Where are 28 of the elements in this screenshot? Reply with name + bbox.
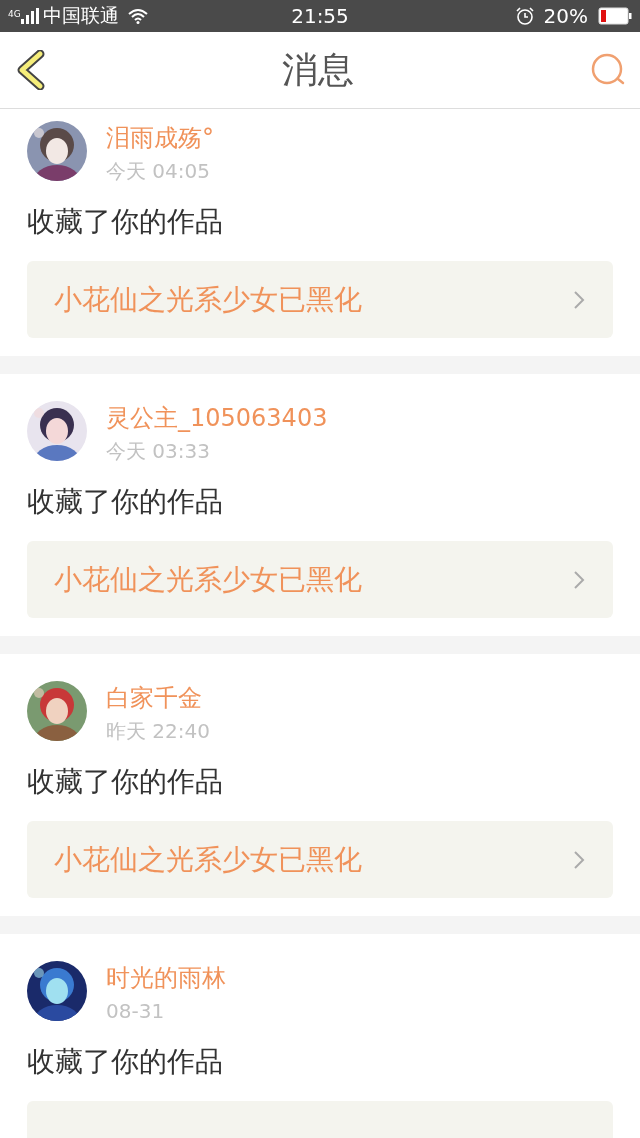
chevron-right-icon	[573, 849, 585, 870]
work-link[interactable]: 小花仙之光系少女已黑化	[27, 261, 613, 338]
work-link[interactable]: 小花仙之光系少女已黑化	[27, 821, 613, 898]
network-type: 4G	[8, 9, 21, 19]
user-name[interactable]: 灵公主_105063403	[106, 401, 328, 435]
page-title: 消息	[282, 47, 354, 92]
alarm-icon	[515, 7, 534, 25]
message-time: 昨天 22:40	[106, 718, 210, 745]
signal-icon	[20, 8, 39, 24]
message-text: 收藏了你的作品	[27, 1044, 224, 1080]
message-time: 今天 04:05	[106, 158, 211, 185]
message-time: 08-31	[106, 998, 166, 1025]
back-button[interactable]	[16, 50, 46, 90]
battery-icon	[598, 7, 632, 25]
user-name[interactable]: 泪雨成殇°	[106, 121, 214, 155]
clock-time: 21:55	[291, 4, 349, 28]
work-link[interactable]: 小花仙之光系少女已黑化	[27, 541, 613, 618]
user-name[interactable]: 白家千金	[106, 681, 210, 715]
message-time: 今天 03:33	[106, 438, 211, 465]
message-text: 收藏了你的作品	[27, 204, 224, 240]
message-text: 收藏了你的作品	[27, 764, 224, 800]
message-text: 收藏了你的作品	[27, 484, 224, 520]
user-name[interactable]: 时光的雨林	[106, 961, 226, 995]
battery-percent: 20%	[543, 4, 588, 28]
carrier-name: 中国联通	[42, 3, 119, 28]
chevron-right-icon	[573, 289, 585, 310]
wifi-icon	[126, 8, 149, 24]
chevron-right-icon	[573, 569, 585, 590]
